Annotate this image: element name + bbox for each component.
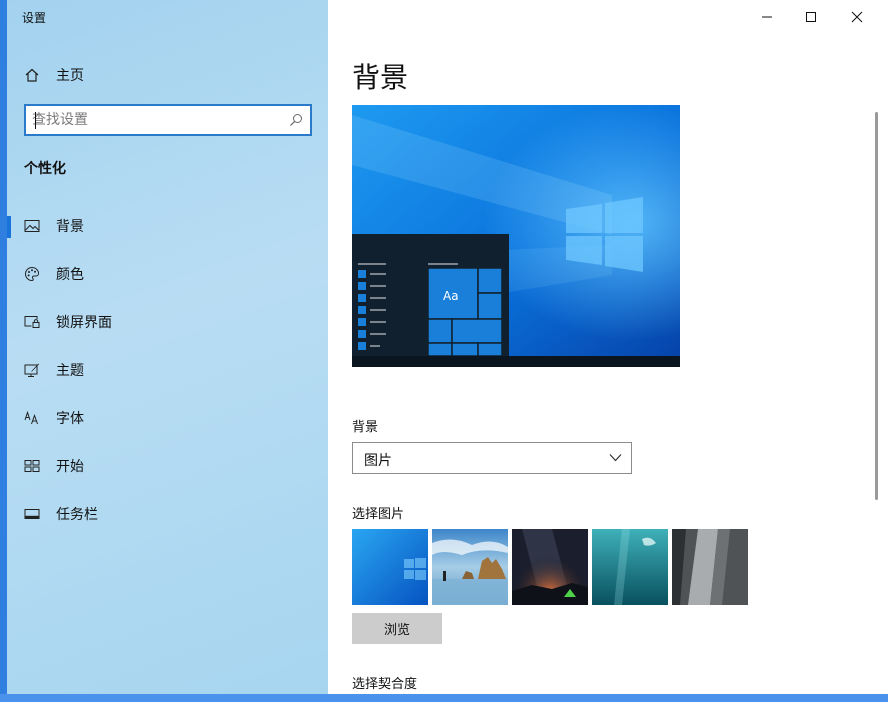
close-button[interactable] <box>842 6 872 28</box>
picture-thumbnail-cliff[interactable] <box>672 529 748 605</box>
sidebar-item-fonts[interactable]: 字体 <box>7 398 328 438</box>
taskbar-icon <box>24 509 40 519</box>
sidebar-item-label: 开始 <box>56 459 84 475</box>
maximize-icon <box>806 12 816 22</box>
close-icon <box>851 11 863 23</box>
text-caret <box>35 112 36 129</box>
sidebar-item-start[interactable]: 开始 <box>7 446 328 486</box>
dropdown-value: 图片 <box>364 453 392 469</box>
page-title: 背景 <box>352 61 409 94</box>
window-frame-bottom <box>0 694 888 702</box>
picture-thumbnail-windows[interactable] <box>352 529 428 605</box>
settings-window: 设置 主页 个性化 背景 <box>0 0 888 702</box>
preview-tile-text: Aa <box>443 289 459 303</box>
search-icon[interactable] <box>289 113 303 127</box>
picture-thumbnail-underwater[interactable] <box>592 529 668 605</box>
home-link[interactable]: 主页 <box>24 64 304 86</box>
sidebar-item-label: 颜色 <box>56 267 84 283</box>
selection-indicator <box>7 216 11 238</box>
picture-thumbnail-night-sky[interactable] <box>512 529 588 605</box>
desktop-preview: Aa <box>352 105 680 367</box>
choose-picture-label: 选择图片 <box>352 507 405 522</box>
browse-button[interactable]: 浏览 <box>352 613 442 644</box>
vertical-scrollbar[interactable] <box>875 112 878 500</box>
choose-fit-label: 选择契合度 <box>352 677 418 692</box>
app-title: 设置 <box>22 11 47 25</box>
sidebar-item-label: 主题 <box>56 363 84 379</box>
sidebar-item-label: 字体 <box>56 411 84 427</box>
chevron-down-icon <box>609 454 622 462</box>
section-title: 个性化 <box>24 161 66 177</box>
palette-icon <box>25 266 40 282</box>
minimize-icon <box>762 16 772 18</box>
minimize-button[interactable] <box>752 6 782 28</box>
search-box[interactable] <box>24 104 312 136</box>
search-input[interactable] <box>32 109 282 131</box>
home-label: 主页 <box>56 68 84 84</box>
main-content: 背景 Aa 背景 图片 选择图片 浏览 选择契合度 <box>328 0 888 694</box>
maximize-button[interactable] <box>796 6 826 28</box>
window-frame-left <box>0 0 7 702</box>
picture-thumbnail-beach[interactable] <box>432 529 508 605</box>
sidebar-item-label: 任务栏 <box>56 507 98 523</box>
sidebar-item-background[interactable]: 背景 <box>7 206 328 246</box>
home-icon <box>25 68 39 82</box>
sidebar-item-themes[interactable]: 主题 <box>7 350 328 390</box>
font-icon <box>24 410 38 425</box>
sidebar-item-taskbar[interactable]: 任务栏 <box>7 494 328 534</box>
start-icon <box>24 460 40 472</box>
taskbar-preview <box>352 356 680 367</box>
sidebar-item-lock-screen[interactable]: 锁屏界面 <box>7 302 328 342</box>
picture-icon <box>24 220 40 232</box>
sidebar-item-colors[interactable]: 颜色 <box>7 254 328 294</box>
picture-thumbnails <box>352 529 752 605</box>
background-type-dropdown[interactable]: 图片 <box>352 442 632 474</box>
background-type-label: 背景 <box>352 420 379 435</box>
sidebar: 设置 主页 个性化 背景 <box>7 0 328 694</box>
sidebar-item-label: 背景 <box>56 219 84 235</box>
theme-icon <box>24 363 39 377</box>
sidebar-item-label: 锁屏界面 <box>56 315 112 331</box>
lock-screen-icon <box>24 316 40 328</box>
